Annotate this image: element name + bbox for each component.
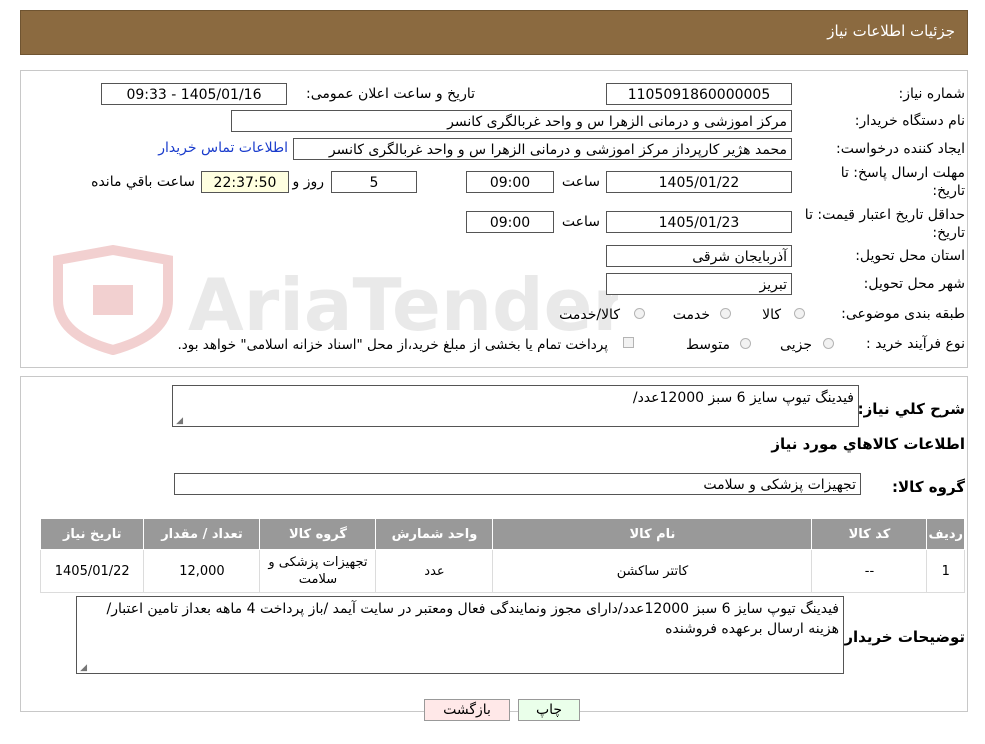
- category-goods-service-radio[interactable]: [634, 308, 645, 319]
- col-group-header: گروه کالا: [259, 518, 377, 550]
- page-title: جزئیات اطلاعات نیاز: [827, 22, 955, 40]
- buyer-notes-textarea[interactable]: فیدینگ تیوپ سایز 6 سبز 12000عدد/دارای مج…: [76, 596, 844, 674]
- items-section-title: اطلاعات كالاهاي مورد نياز: [771, 435, 965, 453]
- category-goods-label: کالا: [762, 307, 781, 323]
- buyer-notes-text: فیدینگ تیوپ سایز 6 سبز 12000عدد/دارای مج…: [106, 601, 839, 637]
- page-header: جزئیات اطلاعات نیاز: [20, 10, 968, 55]
- validity-time-field: 09:00: [466, 211, 554, 233]
- days-field: 5: [331, 171, 417, 193]
- announce-label: تاریخ و ساعت اعلان عمومی:: [306, 86, 475, 102]
- cell-date: 1405/01/22: [39, 549, 145, 593]
- cell-code: --: [811, 549, 928, 593]
- creator-label: ایجاد کننده درخواست:: [836, 141, 965, 157]
- resize-grip-icon[interactable]: ◢: [79, 664, 87, 673]
- col-unit-header: واحد شمارش: [375, 518, 494, 550]
- province-label: استان محل تحویل:: [855, 248, 965, 264]
- announce-field: 1405/01/16 - 09:33: [101, 83, 287, 105]
- col-date-header: تاریخ نیاز: [39, 518, 145, 550]
- buyer-label: نام دستگاه خریدار:: [854, 113, 965, 129]
- category-service-radio[interactable]: [720, 308, 731, 319]
- category-label: طبقه بندی موضوعی:: [841, 306, 965, 322]
- col-code-header: کد کالا: [811, 518, 928, 550]
- items-table: ردیف کد کالا نام کالا واحد شمارش گروه کا…: [39, 518, 965, 593]
- process-medium-label: متوسط: [686, 337, 730, 353]
- city-field: تبریز: [606, 273, 792, 295]
- buyer-field: مرکز اموزشی و درمانی الزهرا س و واحد غرب…: [231, 110, 792, 132]
- city-label: شهر محل تحویل:: [863, 276, 965, 292]
- treasury-checkbox[interactable]: [623, 337, 634, 348]
- resize-grip-icon[interactable]: ◢: [175, 417, 183, 426]
- province-field: آذربایجان شرقی: [606, 245, 792, 267]
- deadline-time-label: ساعت: [561, 174, 600, 190]
- description-label: شرح كلي نياز:: [857, 400, 965, 418]
- cell-name: کاتتر ساکشن: [492, 549, 813, 593]
- description-textarea[interactable]: فیدینگ تیوپ سایز 6 سبز 12000عدد/ ◢: [172, 385, 859, 427]
- treasury-note: پرداخت تمام یا بخشی از مبلغ خرید،از محل …: [177, 337, 608, 353]
- category-service-label: خدمت: [672, 307, 710, 323]
- contact-buyer-link[interactable]: اطلاعات تماس خریدار: [158, 140, 288, 156]
- col-row-header: ردیف: [926, 518, 965, 550]
- process-minor-label: جزیی: [780, 337, 812, 353]
- process-label: نوع فرآیند خرید :: [866, 336, 965, 352]
- col-name-header: نام کالا: [492, 518, 813, 550]
- deadline-time-field: 09:00: [466, 171, 554, 193]
- validity-time-label: ساعت: [561, 214, 600, 230]
- goods-group-label: گروه کالا:: [892, 478, 965, 496]
- remaining-label: ساعت باقي مانده: [91, 174, 195, 190]
- days-label: روز و: [292, 174, 325, 190]
- need-number-field: 1105091860000005: [606, 83, 792, 105]
- category-goods-service-label: کالا/خدمت: [559, 307, 620, 323]
- validity-label: حداقل تاریخ اعتبار قیمت: تا تاریخ:: [804, 207, 965, 241]
- cell-unit: عدد: [375, 549, 494, 593]
- back-button[interactable]: بازگشت: [424, 699, 510, 721]
- buyer-notes-label: توضیحات خریدار:: [838, 628, 965, 646]
- cell-qty: 12,000: [143, 549, 261, 593]
- deadline-label: مهلت ارسال پاسخ: تا تاریخ:: [840, 165, 965, 199]
- col-qty-header: تعداد / مقدار: [143, 518, 261, 550]
- goods-group-field: تجهیزات پزشکی و سلامت: [174, 473, 861, 495]
- process-minor-radio[interactable]: [823, 338, 834, 349]
- table-header-row: ردیف کد کالا نام کالا واحد شمارش گروه کا…: [39, 518, 965, 550]
- cell-row: 1: [926, 549, 965, 593]
- need-number-label: شماره نیاز:: [898, 86, 966, 102]
- creator-field: محمد هژیر کارپرداز مرکز اموزشی و درمانی …: [293, 138, 792, 160]
- description-text: فیدینگ تیوپ سایز 6 سبز 12000عدد/: [632, 390, 854, 406]
- print-button[interactable]: چاپ: [518, 699, 580, 721]
- process-medium-radio[interactable]: [740, 338, 751, 349]
- validity-date-field: 1405/01/23: [606, 211, 792, 233]
- category-goods-radio[interactable]: [794, 308, 805, 319]
- cell-group: تجهیزات پزشکی و سلامت: [259, 549, 377, 593]
- remaining-time-field: 22:37:50: [201, 171, 289, 193]
- table-row: 1 -- کاتتر ساکشن عدد تجهیزات پزشکی و سلا…: [39, 549, 965, 593]
- deadline-date-field: 1405/01/22: [606, 171, 792, 193]
